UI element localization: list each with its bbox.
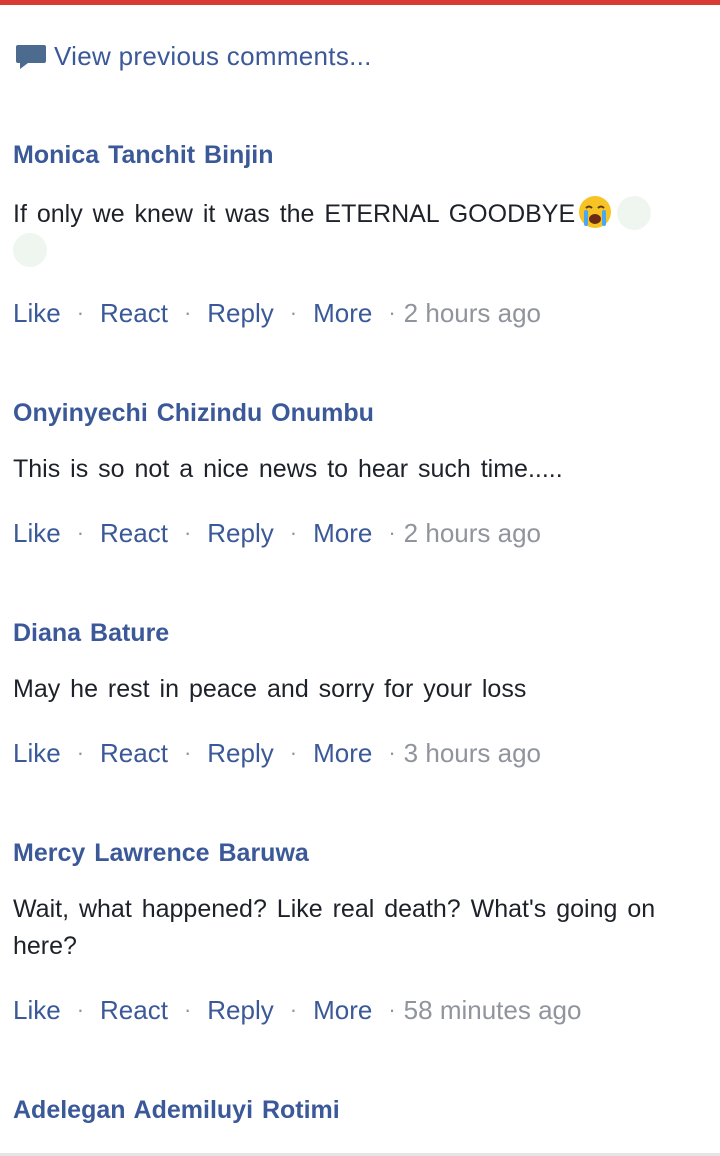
comment-author[interactable]: Adelegan Ademiluyi Rotimi	[13, 1093, 703, 1127]
comment-timestamp: 2 hours ago	[403, 518, 541, 548]
comment-item: Adelegan Ademiluyi Rotimi	[13, 1093, 703, 1127]
separator-dot: ·	[76, 520, 85, 545]
comment-actions: Like · React · Reply · More · 2 hours ag…	[13, 516, 541, 550]
blank-emoji-icon	[617, 196, 652, 230]
separator-dot: ·	[289, 740, 298, 765]
speech-bubble-icon	[14, 39, 48, 73]
separator-dot: ·	[289, 300, 298, 325]
react-button[interactable]: React	[100, 993, 168, 1027]
separator-dot: ·	[289, 997, 298, 1022]
separator-dot: ·	[183, 520, 192, 545]
comment-author[interactable]: Monica Tanchit Binjin	[13, 138, 703, 172]
comment-text: If only we knew it was the ETERNAL GOODB…	[13, 200, 576, 228]
view-previous-comments-link[interactable]: View previous comments...	[14, 38, 372, 74]
separator-dot: ·	[183, 300, 192, 325]
separator-dot: ·	[183, 740, 192, 765]
view-previous-comments-label: View previous comments...	[54, 40, 372, 71]
separator-dot: ·	[76, 740, 85, 765]
comment-timestamp: 2 hours ago	[403, 298, 541, 328]
react-button[interactable]: React	[100, 516, 168, 550]
comment-timestamp: 58 minutes ago	[403, 995, 582, 1025]
separator-dot: ·	[183, 997, 192, 1022]
comment-author[interactable]: Diana Bature	[13, 616, 703, 650]
comment-timestamp: 3 hours ago	[403, 738, 541, 768]
reply-button[interactable]: Reply	[207, 993, 273, 1027]
react-button[interactable]: React	[100, 736, 168, 770]
more-button[interactable]: More	[313, 736, 372, 770]
comment-text: May he rest in peace and sorry for your …	[13, 675, 527, 703]
react-button[interactable]: React	[100, 296, 168, 330]
separator-dot: ·	[388, 520, 396, 545]
reply-button[interactable]: Reply	[207, 736, 273, 770]
comment-text-block: If only we knew it was the ETERNAL GOODB…	[13, 194, 693, 270]
more-button[interactable]: More	[313, 296, 372, 330]
reply-button[interactable]: Reply	[207, 516, 273, 550]
like-button[interactable]: Like	[13, 736, 61, 770]
more-button[interactable]: More	[313, 993, 372, 1027]
comment-author[interactable]: Onyinyechi Chizindu Onumbu	[13, 396, 703, 430]
like-button[interactable]: Like	[13, 993, 61, 1027]
separator-dot: ·	[388, 300, 396, 325]
comment-text: This is so not a nice news to hear such …	[13, 455, 563, 483]
separator-dot: ·	[289, 520, 298, 545]
comment-item: Onyinyechi Chizindu Onumbu This is so no…	[13, 396, 703, 548]
more-button[interactable]: More	[313, 516, 372, 550]
separator-dot: ·	[388, 740, 396, 765]
comment-author[interactable]: Mercy Lawrence Baruwa	[13, 836, 703, 870]
like-button[interactable]: Like	[13, 516, 61, 550]
separator-dot: ·	[76, 300, 85, 325]
like-button[interactable]: Like	[13, 296, 61, 330]
comment-actions: Like · React · Reply · More · 3 hours ag…	[13, 736, 541, 770]
comment-text: Wait, what happened? Like real death? Wh…	[13, 895, 656, 960]
reply-button[interactable]: Reply	[207, 296, 273, 330]
comment-item: Diana Bature May he rest in peace and so…	[13, 616, 703, 768]
comment-item: Mercy Lawrence Baruwa Wait, what happene…	[13, 836, 703, 1025]
separator-dot: ·	[388, 997, 396, 1022]
comment-actions: Like · React · Reply · More · 58 minutes…	[13, 993, 581, 1027]
loudly-crying-face-icon	[577, 194, 613, 230]
top-accent-bar	[0, 0, 720, 5]
blank-emoji-icon	[13, 233, 47, 267]
comment-item: Monica Tanchit Binjin If only we knew it…	[13, 138, 703, 328]
comment-actions: Like · React · Reply · More · 2 hours ag…	[13, 296, 541, 330]
separator-dot: ·	[76, 997, 85, 1022]
